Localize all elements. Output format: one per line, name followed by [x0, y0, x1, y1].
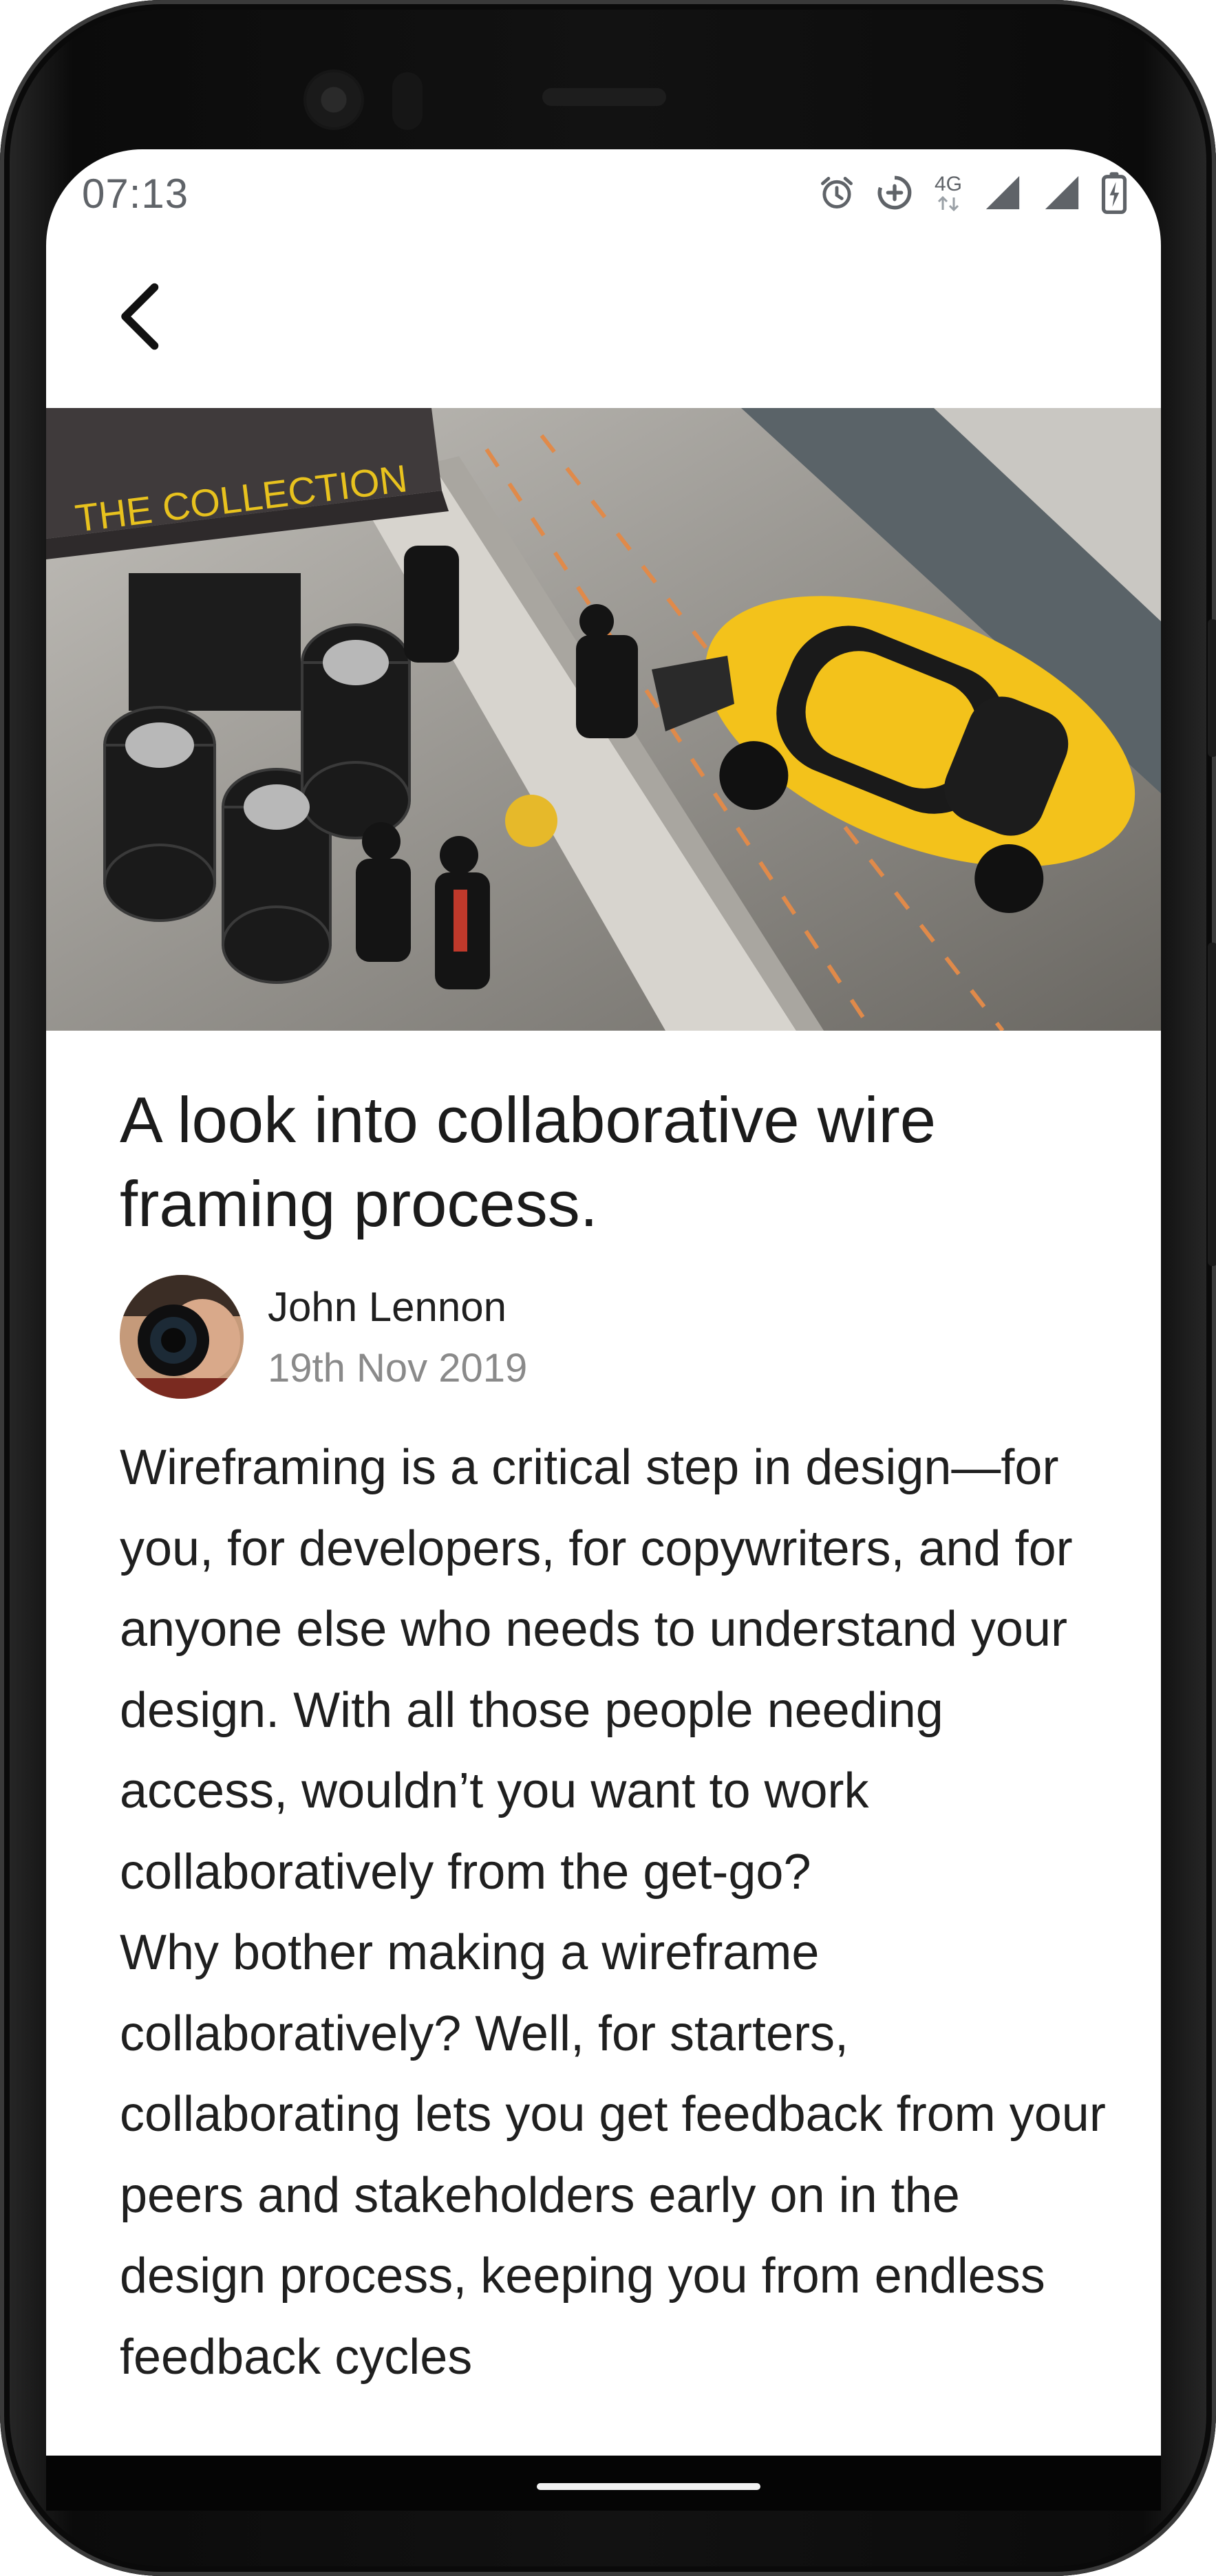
body-paragraph: Why bother making a wireframe collaborat… [120, 1925, 1106, 2385]
screen: 07:13 4G THE COLLECTION A look into coll… [46, 149, 1161, 2456]
publish-date: 19th Nov 2019 [268, 1346, 528, 1391]
avatar[interactable] [120, 1275, 244, 1399]
proximity-sensor [392, 72, 423, 130]
author-name[interactable]: John Lennon [268, 1283, 506, 1331]
app-bar [46, 253, 1161, 363]
body-paragraph: Wireframing is a critical step in design… [120, 1440, 1073, 1900]
battery-charging-icon [1100, 171, 1128, 214]
author-row: John Lennon 19th Nov 2019 [120, 1275, 1097, 1399]
status-icons: 4G [817, 169, 1128, 217]
article-body: Wireframing is a critical step in design… [120, 1428, 1118, 2398]
power-button [1208, 943, 1216, 1266]
volume-button [1208, 619, 1216, 757]
chevron-left-icon [121, 283, 159, 350]
home-gesture-handle[interactable] [537, 2483, 760, 2490]
data-saver-icon [875, 173, 915, 213]
signal-icon [982, 173, 1023, 213]
status-bar: 07:13 4G [46, 149, 1161, 232]
article: A look into collaborative wire framing p… [120, 1078, 1106, 2398]
back-button[interactable] [101, 279, 177, 354]
navigation-bar [46, 2456, 1161, 2511]
earpiece-speaker [542, 88, 666, 106]
network-4g-label: 4G [934, 173, 963, 195]
article-title: A look into collaborative wire framing p… [120, 1084, 937, 1240]
hero-image: THE COLLECTION [46, 408, 1161, 1031]
alarm-icon [817, 173, 857, 213]
status-time: 07:13 [82, 171, 189, 217]
front-camera [306, 72, 361, 127]
network-4g-icon: 4G [932, 174, 964, 211]
signal-icon-2 [1041, 173, 1082, 213]
